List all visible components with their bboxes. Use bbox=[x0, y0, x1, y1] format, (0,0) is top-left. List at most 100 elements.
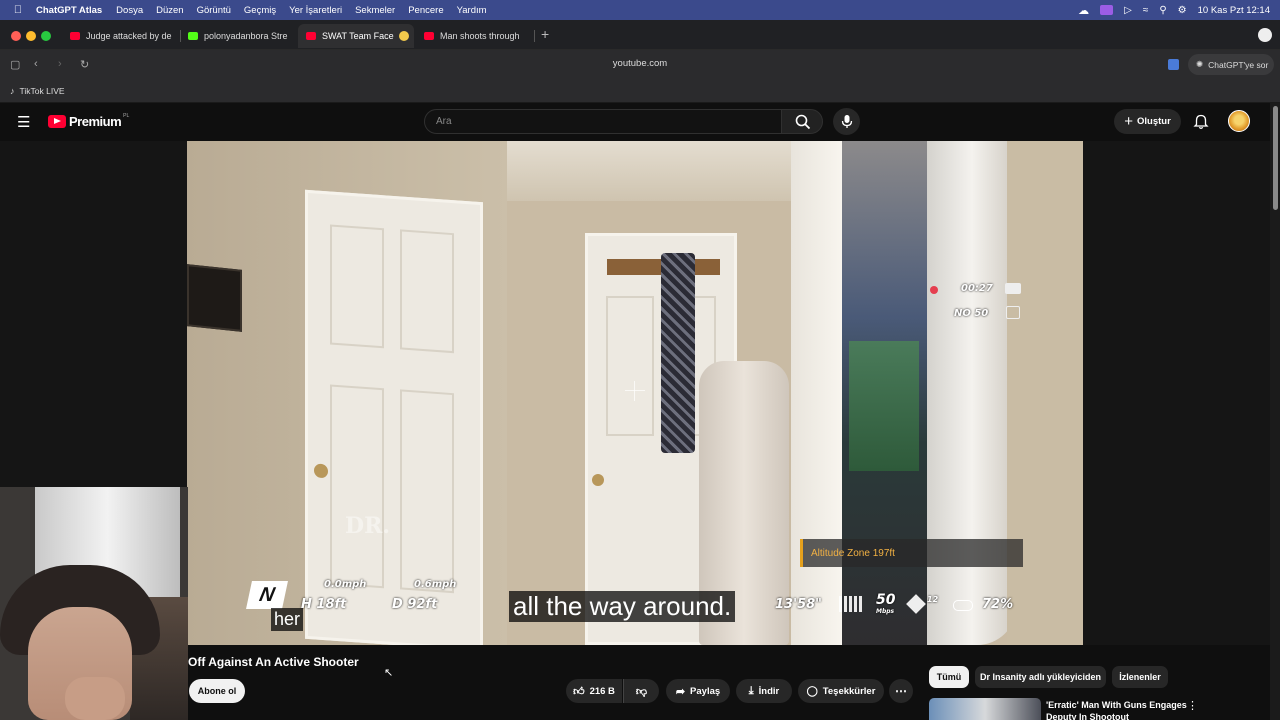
more-actions-button[interactable]: ⋯ bbox=[889, 679, 913, 703]
hud-bitrate-unit: Mbps bbox=[876, 608, 895, 615]
download-button[interactable]: ⤓ İndir bbox=[736, 679, 792, 703]
wifi-icon[interactable]: ≈ bbox=[1143, 5, 1149, 16]
control-center-icon[interactable]: ⚙ bbox=[1178, 5, 1187, 16]
address-bar[interactable]: youtube.com bbox=[540, 58, 740, 69]
apple-menu-icon[interactable]:  bbox=[0, 4, 36, 16]
window-close-button[interactable] bbox=[11, 31, 21, 41]
search-input[interactable]: Ara bbox=[424, 109, 782, 134]
tab-swat-team-active[interactable]: SWAT Team Face bbox=[298, 24, 414, 48]
menu-edit[interactable]: Düzen bbox=[156, 5, 183, 16]
hud-height: H 18ft bbox=[301, 597, 347, 612]
youtube-icon bbox=[70, 32, 80, 40]
related-more-icon[interactable]: ⋮ bbox=[1187, 699, 1198, 712]
ask-chatgpt-label: ChatGPT'ye sor bbox=[1208, 59, 1269, 70]
cloud-icon[interactable]: ☁ bbox=[1078, 4, 1089, 17]
thanks-button[interactable]: ◯ Teşekkürler bbox=[798, 679, 884, 703]
watermark-logo: DR. bbox=[345, 513, 391, 539]
youtube-icon bbox=[424, 32, 434, 40]
new-tab-plus-icon[interactable]: + bbox=[541, 26, 549, 42]
dislike-button[interactable]: 👎︎ bbox=[623, 679, 659, 703]
chip-label: Dr Insanity adlı yükleyiciden bbox=[979, 672, 1102, 682]
translate-icon[interactable] bbox=[1168, 59, 1179, 70]
tab-title: Judge attacked by de bbox=[86, 31, 172, 41]
bookmarks-bar: ♪ TikTok LIVE bbox=[0, 80, 1280, 103]
search-button[interactable] bbox=[781, 109, 823, 134]
profile-icon[interactable] bbox=[1258, 28, 1272, 42]
rc-signal-icon bbox=[839, 596, 863, 612]
chip-all[interactable]: Tümü bbox=[929, 666, 969, 688]
hud-noise: NO 50 bbox=[954, 308, 989, 319]
forward-arrow-icon[interactable]: › bbox=[58, 58, 62, 70]
door-knob bbox=[314, 463, 328, 479]
bookmark-label: TikTok LIVE bbox=[19, 86, 65, 96]
microphone-icon bbox=[841, 115, 853, 128]
subscribe-label: Abone ol bbox=[197, 686, 237, 696]
tab-man-shoots[interactable]: Man shoots through bbox=[416, 24, 534, 48]
video-title: Off Against An Active Shooter bbox=[188, 655, 359, 669]
recording-dot-icon bbox=[930, 286, 938, 294]
caption-main: all the way around. bbox=[509, 591, 736, 622]
menu-tabs[interactable]: Sekmeler bbox=[355, 5, 395, 16]
right-wall bbox=[1007, 141, 1083, 645]
related-thumbnail bbox=[929, 698, 1041, 720]
hamburger-menu-icon[interactable]: ☰ bbox=[17, 113, 30, 131]
notifications-bell-icon[interactable] bbox=[1193, 114, 1209, 130]
spotlight-search-icon[interactable]: ⚲ bbox=[1159, 5, 1166, 16]
camera-mode-icon bbox=[1005, 283, 1021, 294]
tab-judge-attacked[interactable]: Judge attacked by de bbox=[62, 24, 180, 48]
thanks-label: Teşekkürler bbox=[822, 685, 876, 697]
screen-recorder-icon[interactable] bbox=[1100, 5, 1114, 15]
create-button[interactable]: + Oluştur bbox=[1114, 109, 1181, 134]
menu-help[interactable]: Yardım bbox=[457, 5, 487, 16]
chip-label: İzlenenler bbox=[1119, 672, 1161, 682]
tab-kick-stream[interactable]: polonyadanbora Stre bbox=[180, 24, 298, 48]
youtube-premium-logo[interactable]: Premium PL bbox=[48, 112, 130, 129]
back-arrow-icon[interactable]: ‹ bbox=[34, 58, 38, 70]
window-minimize-button[interactable] bbox=[26, 31, 36, 41]
kick-icon bbox=[188, 32, 198, 40]
ask-chatgpt-button[interactable]: ✺ ChatGPT'ye sor bbox=[1188, 54, 1274, 75]
tab-title: Man shoots through bbox=[440, 31, 520, 41]
video-player[interactable]: 00:27 NO 50 DR. N 0.0mph 0.6mph H 18ft D… bbox=[187, 141, 1083, 645]
account-avatar[interactable] bbox=[1228, 110, 1250, 132]
audio-playing-icon[interactable] bbox=[398, 31, 409, 41]
altitude-zone-banner: Altitude Zone 197ft bbox=[800, 539, 1023, 567]
hud-battery: 72% bbox=[982, 597, 1014, 612]
sidebar-toggle-icon[interactable]: ▢ bbox=[10, 58, 20, 71]
youtube-play-icon bbox=[48, 115, 66, 128]
menu-view[interactable]: Görüntü bbox=[197, 5, 231, 16]
hud-vertical-speed: 0.6mph bbox=[414, 579, 457, 590]
create-label: Oluştur bbox=[1136, 116, 1171, 127]
browser-toolbar: ▢ ‹ › ↻ youtube.com ✺ ChatGPT'ye sor bbox=[0, 50, 1280, 80]
menu-window[interactable]: Pencere bbox=[408, 5, 443, 16]
bookmark-tiktok-live[interactable]: ♪ TikTok LIVE bbox=[10, 86, 65, 96]
menu-bookmarks[interactable]: Yer İşaretleri bbox=[289, 5, 342, 16]
hud-horizontal-speed: 0.0mph bbox=[324, 579, 367, 590]
battery-icon bbox=[953, 600, 973, 611]
menubar-clock[interactable]: 10 Kas Pzt 12:14 bbox=[1198, 5, 1270, 16]
window-zoom-button[interactable] bbox=[41, 31, 51, 41]
door-knob bbox=[592, 474, 604, 486]
tab-separator bbox=[534, 30, 535, 42]
thumbs-up-icon: 👍︎ bbox=[573, 685, 585, 698]
voice-search-button[interactable] bbox=[833, 108, 860, 135]
reload-icon[interactable]: ↻ bbox=[80, 58, 89, 71]
menu-file[interactable]: Dosya bbox=[116, 5, 143, 16]
share-label: Paylaş bbox=[690, 685, 721, 697]
page-scrollbar-thumb[interactable] bbox=[1273, 106, 1278, 210]
country-badge: PL bbox=[123, 112, 130, 119]
picture-frame bbox=[187, 264, 242, 332]
play-circle-icon[interactable]: ▷ bbox=[1124, 5, 1132, 16]
chip-watched[interactable]: İzlenenler bbox=[1112, 666, 1168, 688]
download-icon: ⤓ bbox=[748, 684, 754, 697]
macos-menu-bar:  ChatGPT Atlas Dosya Düzen Görüntü Geçm… bbox=[0, 0, 1280, 20]
like-count: 216 B bbox=[589, 685, 615, 697]
menu-history[interactable]: Geçmiş bbox=[244, 5, 276, 16]
subscribe-button[interactable]: Abone ol bbox=[189, 679, 245, 703]
share-button[interactable]: ➦ Paylaş bbox=[666, 679, 730, 703]
related-video-item[interactable]: 'Erratic' Man With Guns Engages Deputy I… bbox=[929, 698, 1264, 720]
chip-from-uploader[interactable]: Dr Insanity adlı yükleyiciden bbox=[975, 666, 1106, 688]
room-window bbox=[849, 341, 919, 471]
like-button[interactable]: 👍︎ 216 B bbox=[566, 679, 622, 703]
app-menu[interactable]: ChatGPT Atlas bbox=[36, 5, 102, 16]
